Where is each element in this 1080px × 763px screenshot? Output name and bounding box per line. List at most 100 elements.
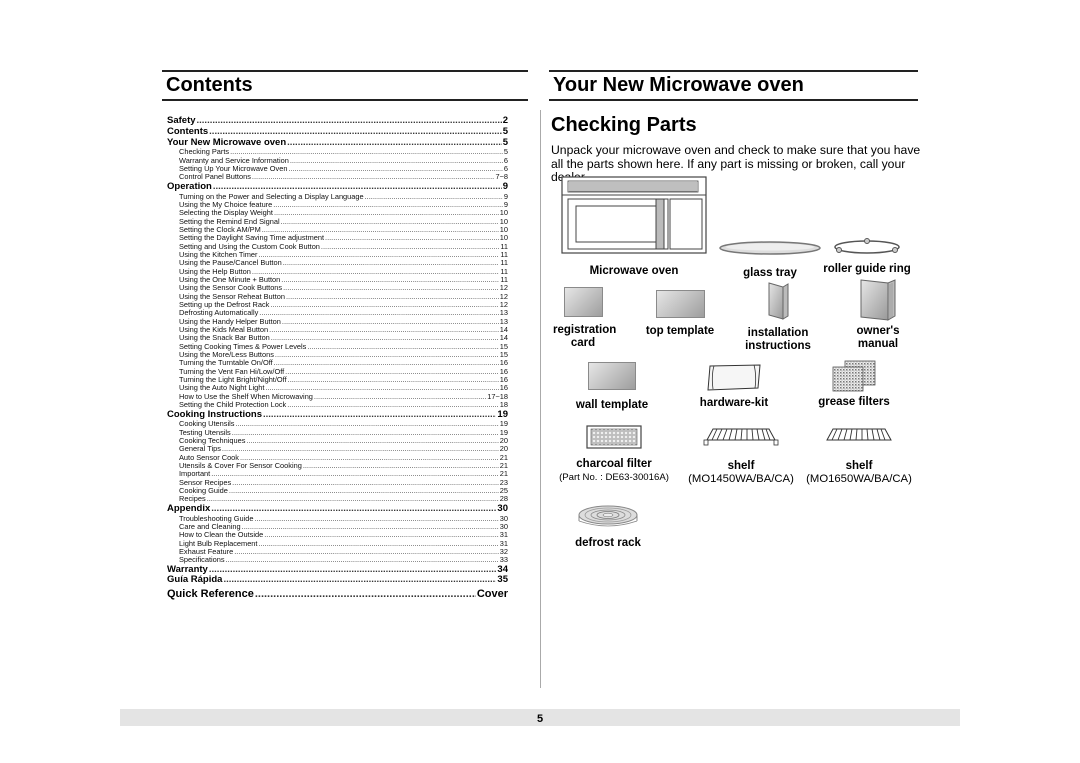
part-name: roller guide ring (823, 263, 911, 275)
toc-leader-dots (274, 359, 499, 367)
charcoal-filter-icon (586, 425, 642, 449)
toc-page-number: 5 (502, 126, 508, 137)
toc-subentry: Setting the Remind End Signal 10 (167, 218, 508, 226)
toc-subentry: Using the My Choice feature 9 (167, 201, 508, 209)
section-title: Checking Parts (551, 114, 697, 136)
toc-leader-dots (197, 116, 502, 127)
toc-page-number: 11 (500, 250, 508, 259)
toc-leader-dots (287, 138, 502, 149)
part-roller-guide-ring: roller guide ring (820, 236, 914, 276)
toc-label: Important (179, 470, 211, 479)
toc-label: How to Use the Shelf When Microwaving (179, 392, 313, 401)
toc-label: Setting and Using the Custom Cook Button (179, 242, 320, 251)
toc-label: Cooking Techniques (179, 436, 246, 445)
toc-label: Warranty (167, 564, 208, 575)
toc-page-number: 13 (499, 309, 508, 318)
toc-subentry: Setting up the Defrost Rack 12 (167, 301, 508, 309)
toc-subentry: How to Clean the Outside 31 (167, 531, 508, 539)
toc-label: Specifications (179, 556, 225, 565)
toc-leader-dots (209, 127, 502, 138)
toc-leader-dots (283, 284, 499, 292)
toc-leader-dots (325, 234, 499, 242)
toc-subentry: Using the One Minute + Button 11 (167, 276, 508, 284)
microwave-title: Your New Microwave oven (553, 74, 804, 96)
toc-leader-dots (281, 276, 499, 284)
toc-entry: Cooking Instructions 19 (167, 410, 508, 421)
toc-label: Setting the Child Protection Lock (179, 401, 287, 410)
part-name: top template (645, 325, 715, 337)
toc-entry: Guía Rápida 35 (167, 575, 508, 586)
toc-subentry: Specifications 33 (167, 556, 508, 564)
toc-subentry: Setting Up Your Microwave Oven 6 (167, 165, 508, 173)
toc-leader-dots (235, 420, 498, 428)
toc-label: Using the One Minute + Button (179, 276, 281, 284)
toc-leader-dots (211, 470, 499, 478)
toc-leader-dots (270, 301, 498, 309)
toc-subentry: Selecting the Display Weight 10 (167, 209, 508, 217)
toc-label: Turning on the Power and Selecting a Dis… (179, 192, 364, 201)
booklet-icon (768, 282, 789, 320)
toc-page-number: 5 (502, 137, 508, 148)
toc-page-number: 19 (497, 409, 508, 420)
toc-subentry: Warranty and Service Information 6 (167, 157, 508, 165)
toc-page-number: 19 (499, 428, 508, 437)
toc-page-number: 6 (503, 156, 508, 165)
toc-page-number: 25 (499, 487, 508, 496)
toc-label: Using the Help Button (179, 267, 251, 276)
toc-label: Using the Sensor Reheat Button (179, 292, 285, 301)
toc-label: Appendix (167, 503, 211, 514)
toc-label: Using the Pause/Cancel Button (179, 259, 282, 268)
toc-page-number: 12 (499, 284, 508, 293)
toc-label: Quick Reference (167, 588, 254, 601)
mesh-filter-icon (832, 360, 876, 392)
toc-page-number: 5 (503, 148, 508, 157)
toc-leader-dots (303, 462, 499, 470)
toc-page-number: 11 (500, 267, 508, 276)
toc-leader-dots (255, 515, 499, 523)
toc-subentry: Control Panel Buttons 7~8 (167, 173, 508, 181)
toc-page-number: 15 (499, 351, 508, 360)
toc-page-number: Cover (476, 588, 508, 601)
part-name: shelf (727, 460, 755, 472)
toc-subentry: Cooking Guide 25 (167, 487, 508, 495)
toc-subentry: Setting Cooking Times & Power Levels 15 (167, 343, 508, 351)
toc-page-number: 10 (499, 209, 508, 218)
toc-subentry: Using the Snack Bar Button 14 (167, 334, 508, 342)
toc-label: Using the Auto Night Light (179, 384, 265, 393)
toc-leader-dots (259, 309, 498, 317)
toc-label: Using the My Choice feature (179, 200, 273, 209)
toc-label: Checking Parts (179, 148, 230, 157)
part-charcoal-filter: charcoal filter (Part No. : DE63-30016A) (543, 425, 685, 484)
toc-subentry: Setting the Child Protection Lock 18 (167, 401, 508, 409)
toc-page-number: 31 (499, 539, 508, 548)
toc-subentry: Using the More/Less Buttons 15 (167, 351, 508, 359)
part-grease-filters: grease filters (808, 360, 900, 409)
toc-page-number: 34 (497, 564, 508, 575)
toc-leader-dots (223, 575, 496, 586)
toc-label: Testing Utensils (179, 428, 231, 437)
toc-label: Using the Kids Meal Button (179, 326, 269, 335)
part-name: Microwave oven (589, 265, 679, 277)
table-of-contents: Safety 2 Contents 5 Your New Microwave oven 5… (167, 116, 508, 601)
defrost-rack-icon (578, 505, 638, 527)
toc-subentry: Using the Kitchen Timer 11 (167, 251, 508, 259)
bag-icon (707, 364, 761, 391)
toc-leader-dots (288, 376, 499, 384)
toc-subentry: Using the Kids Meal Button 14 (167, 326, 508, 334)
toc-page-number: 31 (499, 531, 508, 540)
page-footer: 5 (120, 709, 960, 726)
manual-icon (860, 279, 896, 321)
toc-leader-dots (262, 226, 499, 234)
part-microwave-oven: Microwave oven (560, 175, 708, 278)
toc-subentry: Checking Parts 5 (167, 148, 508, 156)
toc-page-number: 30 (499, 514, 508, 523)
toc-label: Control Panel Buttons (179, 173, 251, 182)
toc-leader-dots (314, 393, 486, 401)
toc-page-number: 16 (499, 367, 508, 376)
toc-label: General Tips (179, 445, 221, 454)
part-name: wall template (575, 399, 649, 411)
toc-leader-dots (281, 218, 499, 226)
toc-page-number: 7~8 (495, 173, 508, 182)
toc-subentry: Using the Handy Helper Button 13 (167, 318, 508, 326)
part-glass-tray: glass tray (718, 240, 822, 280)
